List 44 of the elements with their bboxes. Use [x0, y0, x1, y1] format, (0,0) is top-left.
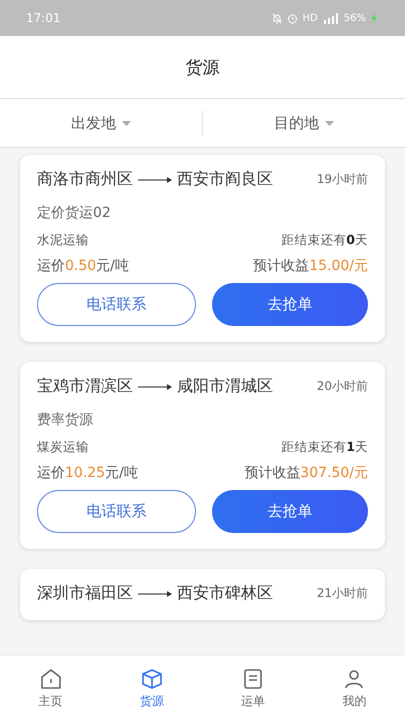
post-time: 19小时前: [316, 171, 368, 188]
charging-icon: [371, 13, 377, 23]
bell-off-icon: [272, 12, 282, 24]
cargo-type: 煤炭运输: [37, 439, 89, 456]
network-label: HD: [302, 12, 318, 24]
tab-bar-item[interactable]: 我的: [304, 656, 405, 720]
cargo-title: 定价货运02: [37, 204, 111, 222]
origin-city: 宝鸡市渭滨区: [37, 376, 133, 397]
tab-bar-item[interactable]: 货源: [101, 656, 202, 720]
freight-price: 运价0.50元/吨: [37, 257, 129, 275]
expected-income: 预计收益15.00/元: [253, 257, 368, 275]
expected-income: 预计收益307.50/元: [244, 464, 368, 482]
box-icon: [140, 666, 164, 690]
signal-icon: [322, 12, 339, 24]
destination-city: 西安市阎良区: [177, 169, 273, 190]
remaining-days: 距结束还有0天: [281, 232, 368, 249]
caret-icon: [325, 120, 334, 126]
destination-city: 西安市碑林区: [177, 583, 273, 604]
freight-price: 运价10.25元/吨: [37, 464, 138, 482]
status-time: 17:01: [26, 11, 61, 25]
origin-city: 深圳市福田区: [37, 583, 133, 604]
battery-level: 56%: [344, 12, 366, 24]
arrow-icon: [137, 590, 173, 598]
grab-order-button[interactable]: 去抢单: [212, 490, 368, 533]
filter-dropdown[interactable]: 出发地: [0, 110, 202, 136]
arrow-icon: [137, 382, 173, 390]
destination-city: 咸阳市渭城区: [177, 376, 273, 397]
call-button[interactable]: 电话联系: [37, 283, 196, 326]
filter-dropdown[interactable]: 目的地: [202, 110, 405, 136]
tab-bar-item[interactable]: 主页: [0, 656, 102, 720]
caret-icon: [122, 120, 131, 126]
origin-city: 商洛市商州区: [37, 169, 133, 190]
home-icon: [38, 666, 63, 690]
cargo-type: 水泥运输: [37, 232, 89, 249]
cargo-title: 费率货源: [37, 411, 93, 429]
remaining-days: 距结束还有1天: [281, 439, 368, 456]
post-time: 21小时前: [316, 585, 368, 602]
alarm-icon: [286, 12, 298, 24]
call-button[interactable]: 电话联系: [37, 490, 196, 533]
tab-bar-item[interactable]: 运单: [202, 656, 304, 720]
post-time: 20小时前: [316, 378, 368, 395]
arrow-icon: [137, 176, 173, 184]
grab-order-button[interactable]: 去抢单: [212, 283, 368, 326]
page-title: 货源: [186, 56, 220, 78]
